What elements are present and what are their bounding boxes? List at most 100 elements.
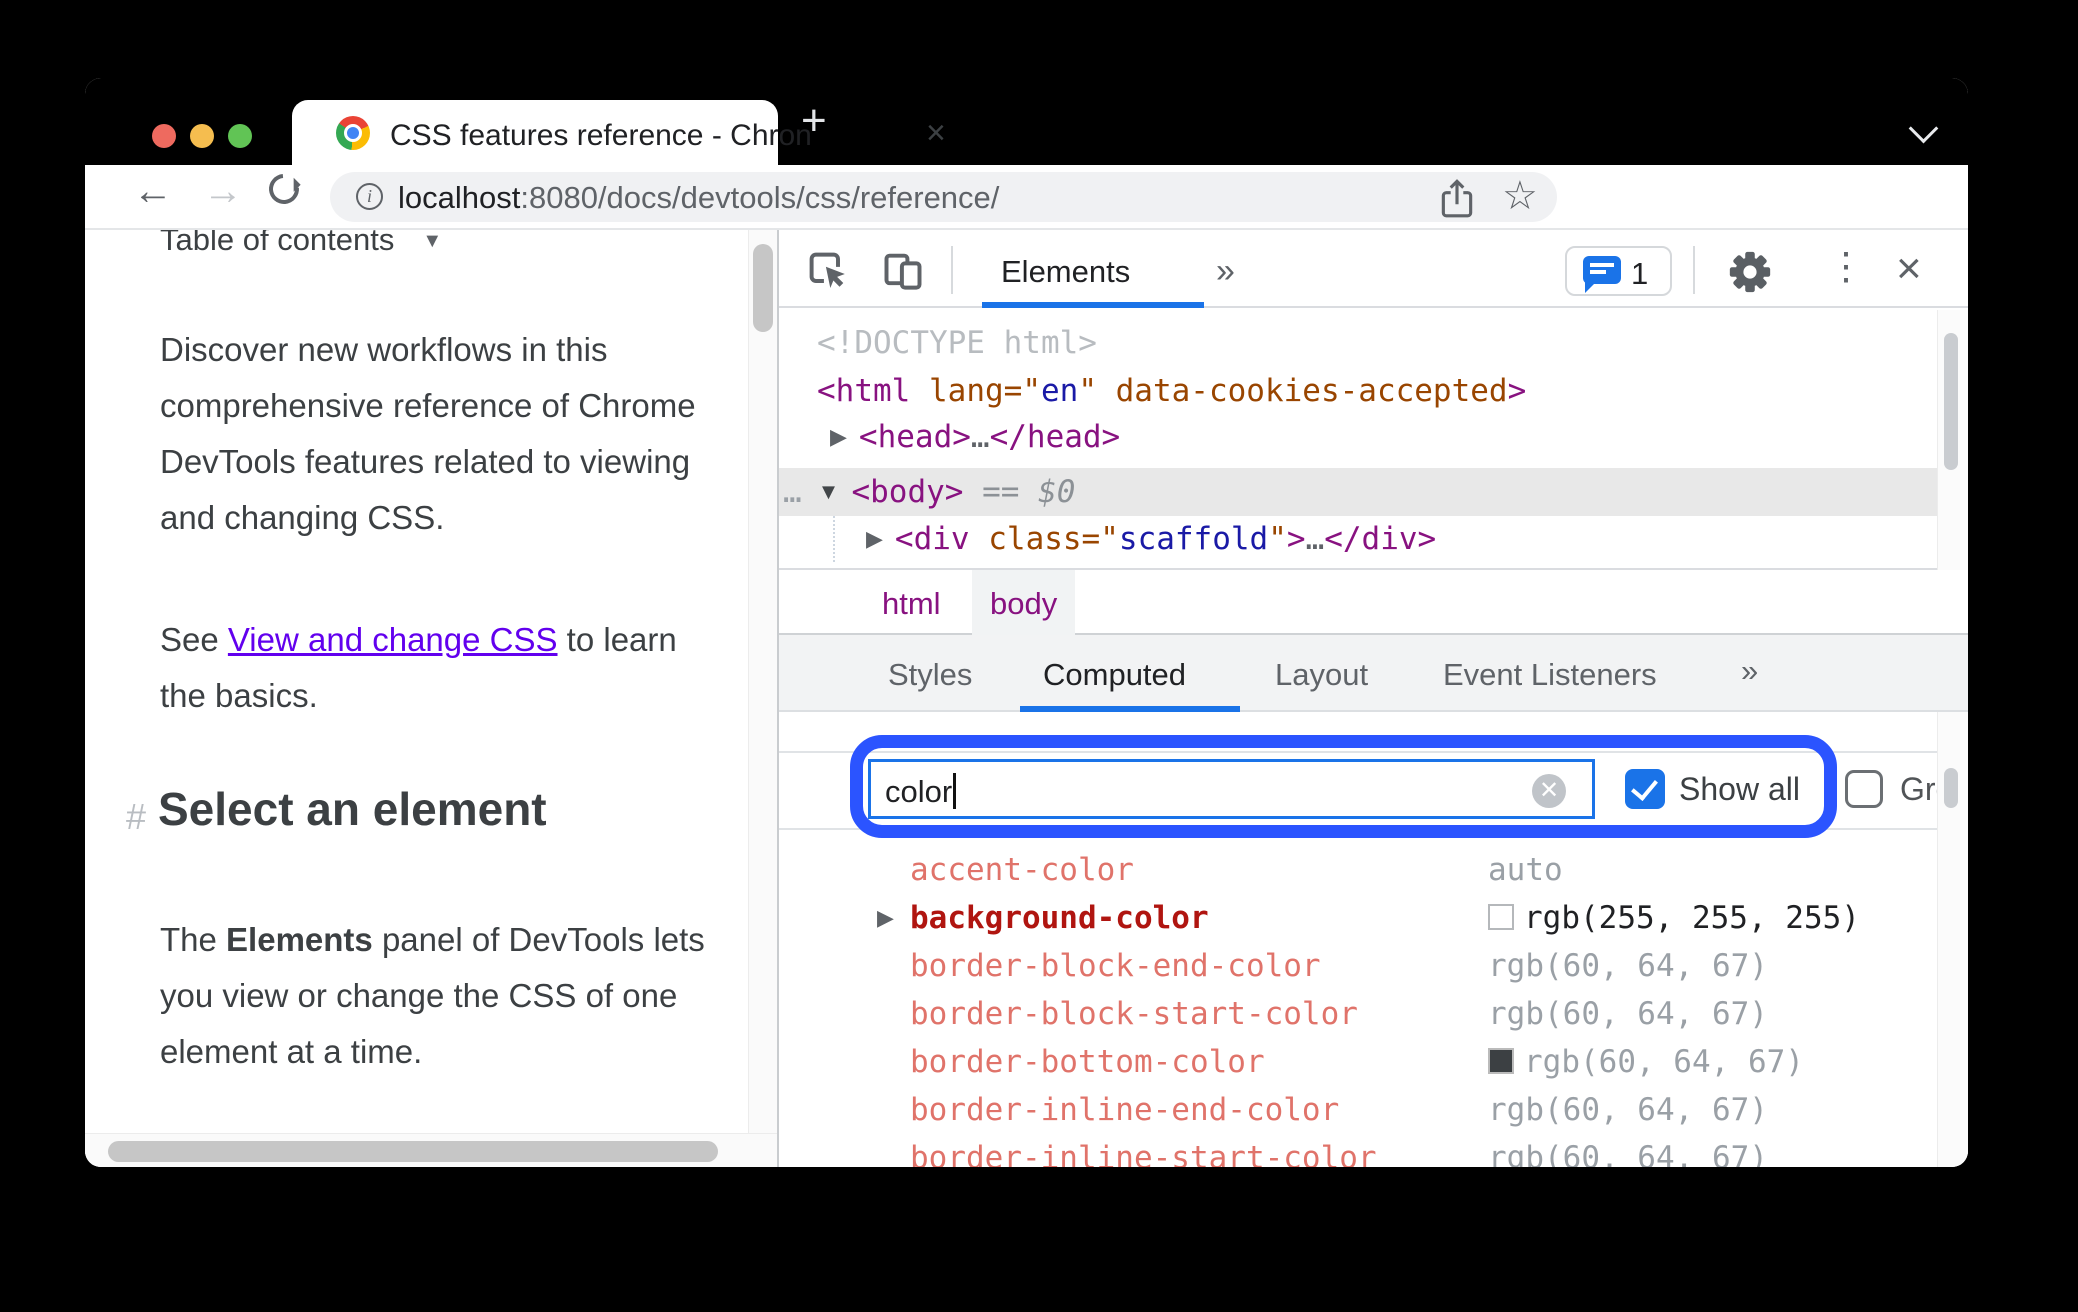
tab-search-chevron-icon[interactable] <box>1908 113 1939 144</box>
bookmark-star-icon[interactable]: ☆ <box>1502 173 1538 219</box>
url-text[interactable]: localhost:8080/docs/devtools/css/referen… <box>398 180 999 216</box>
color-swatch[interactable] <box>1488 1048 1514 1074</box>
back-button[interactable]: ← <box>133 169 173 214</box>
computed-properties-list: accent-color auto ▶ background-color rgb… <box>779 830 1937 1167</box>
property-name[interactable]: border-block-start-color <box>910 990 1358 1038</box>
computed-row[interactable]: border-block-end-color rgb(60, 64, 67) <box>779 942 1937 990</box>
share-icon[interactable] <box>1438 178 1476 225</box>
property-value: rgb(60, 64, 67) <box>1488 1140 1768 1167</box>
property-name[interactable]: border-block-end-color <box>910 942 1321 990</box>
console-messages-badge[interactable]: 1 <box>1565 246 1672 296</box>
dom-line-head[interactable]: ▶ <head>…</head> <box>830 414 1120 460</box>
tab-event-listeners[interactable]: Event Listeners <box>1443 657 1657 693</box>
collapse-arrow-icon[interactable]: ▼ <box>818 469 840 515</box>
show-all-label[interactable]: Show all <box>1679 771 1800 808</box>
p2-suffix: to learn <box>557 621 677 658</box>
property-value: rgb(60, 64, 67) <box>1488 1038 1804 1086</box>
browser-toolbar: ← → i localhost:8080/docs/devtools/css/r… <box>85 165 1968 306</box>
computed-row[interactable]: border-inline-start-color rgb(60, 64, 67… <box>779 1134 1937 1167</box>
inspect-element-icon[interactable] <box>805 248 849 292</box>
page-horizontal-scrollbar[interactable] <box>85 1133 777 1167</box>
settings-gear-icon[interactable] <box>1728 250 1772 294</box>
intro-paragraph: Discover new workflows in this comprehen… <box>160 331 696 536</box>
dom-line-body[interactable]: … ▼ <body> == $0 <box>783 469 1075 515</box>
browser-tab[interactable]: CSS features reference - Chron × <box>292 100 946 166</box>
property-value: rgb(60, 64, 67) <box>1488 996 1768 1032</box>
breadcrumb-item-body[interactable]: body <box>972 570 1076 637</box>
devtools-close-icon[interactable]: × <box>1896 244 1922 294</box>
page-vertical-scrollbar-thumb[interactable] <box>753 244 773 332</box>
new-tab-button[interactable]: + <box>801 96 827 146</box>
elements-tab-underline <box>982 302 1204 308</box>
p3-suffix: panel of DevTools lets <box>372 921 705 958</box>
tab-close-icon[interactable]: × <box>926 114 946 152</box>
devtools-split-divider[interactable] <box>777 230 779 1167</box>
computed-row[interactable]: ▶ background-color rgb(255, 255, 255) <box>779 894 1937 942</box>
code-text: <head>…</head> <box>858 419 1121 455</box>
property-name[interactable]: background-color <box>910 894 1209 942</box>
dom-line-div-scaffold[interactable]: ▶ <div class="scaffold">…</div> <box>866 516 1436 562</box>
reload-button[interactable] <box>262 167 306 211</box>
dom-line-html[interactable]: <html lang="en" data-cookies-accepted> <box>817 368 1526 414</box>
clear-filter-icon[interactable]: ✕ <box>1532 774 1566 808</box>
dom-line-doctype[interactable]: <!DOCTYPE html> <box>817 320 1097 366</box>
property-value: auto <box>1488 852 1563 888</box>
property-value: rgb(255, 255, 255) <box>1488 894 1860 942</box>
elements-paragraph: The Elements panel of DevTools lets you v… <box>160 912 760 1080</box>
see-also-paragraph: See View and change CSS to learn the basi… <box>160 612 760 724</box>
zoom-window-button[interactable] <box>228 124 252 148</box>
p3-line2: you view or change the CSS of one <box>160 977 678 1014</box>
property-name[interactable]: border-inline-end-color <box>910 1086 1339 1134</box>
filter-input[interactable]: color ✕ <box>868 759 1595 819</box>
device-toolbar-icon[interactable] <box>881 248 925 292</box>
property-name[interactable]: accent-color <box>910 846 1134 894</box>
property-value: rgb(60, 64, 67) <box>1488 948 1768 984</box>
devtools-toolbar: Elements » 1 ⋮ × <box>779 230 1968 308</box>
devtools-menu-dots-icon[interactable]: ⋮ <box>1827 244 1865 289</box>
more-tabs-icon[interactable]: » <box>1216 252 1235 291</box>
computed-filter-bar: color ✕ Show all Group <box>779 751 1968 830</box>
tab-styles[interactable]: Styles <box>888 657 972 693</box>
web-page-pane: Table of contents ▼ Discover new workflow… <box>85 230 777 1167</box>
dom-scrollbar-thumb[interactable] <box>1944 333 1958 470</box>
address-bar[interactable]: i localhost:8080/docs/devtools/css/refer… <box>330 172 1557 222</box>
show-all-checkbox[interactable] <box>1625 769 1665 809</box>
tab-layout[interactable]: Layout <box>1275 657 1368 693</box>
computed-row[interactable]: accent-color auto <box>779 846 1937 894</box>
computed-tab-underline <box>1020 706 1240 712</box>
computed-row[interactable]: border-block-start-color rgb(60, 64, 67) <box>779 990 1937 1038</box>
page-horizontal-scrollbar-thumb[interactable] <box>108 1141 718 1162</box>
heading-anchor-hash[interactable]: # <box>126 796 146 838</box>
p2-prefix: See <box>160 621 228 658</box>
p3-bold: Elements <box>226 921 373 958</box>
more-panel-tabs-icon[interactable]: » <box>1741 653 1758 689</box>
minimize-window-button[interactable] <box>190 124 214 148</box>
group-checkbox[interactable] <box>1845 770 1883 808</box>
message-bubble-icon <box>1583 256 1621 293</box>
expand-arrow-icon[interactable]: ▶ <box>830 414 847 460</box>
expand-arrow-icon[interactable]: ▶ <box>877 894 894 942</box>
view-and-change-css-link[interactable]: View and change CSS <box>228 621 558 658</box>
dom-gutter-dots[interactable]: … <box>783 469 804 515</box>
property-name[interactable]: border-inline-start-color <box>910 1134 1377 1167</box>
close-window-button[interactable] <box>152 124 176 148</box>
page-vertical-scrollbar[interactable] <box>748 230 777 1133</box>
code-text: <!DOCTYPE html> <box>817 325 1097 361</box>
expand-arrow-icon[interactable]: ▶ <box>866 516 883 562</box>
computed-scrollbar-thumb[interactable] <box>1944 768 1958 808</box>
breadcrumb-item-html[interactable]: html <box>864 580 959 628</box>
text-caret <box>953 773 956 809</box>
computed-row[interactable]: border-inline-end-color rgb(60, 64, 67) <box>779 1086 1937 1134</box>
code-text: <body> == $0 <box>851 474 1076 510</box>
computed-row[interactable]: border-bottom-color rgb(60, 64, 67) <box>779 1038 1937 1086</box>
code-text: <div class="scaffold">…</div> <box>894 521 1437 557</box>
color-swatch[interactable] <box>1488 904 1514 930</box>
property-name[interactable]: border-bottom-color <box>910 1038 1265 1086</box>
code-text: <html lang="en" data-cookies-accepted> <box>817 373 1527 409</box>
table-of-contents-toggle[interactable]: Table of contents ▼ <box>160 230 442 258</box>
tab-computed[interactable]: Computed <box>1043 657 1186 693</box>
site-info-icon[interactable]: i <box>356 183 383 210</box>
url-path: :8080/docs/devtools/css/reference/ <box>520 180 1000 215</box>
toc-label: Table of contents <box>160 230 395 257</box>
tab-elements[interactable]: Elements <box>1001 254 1130 290</box>
